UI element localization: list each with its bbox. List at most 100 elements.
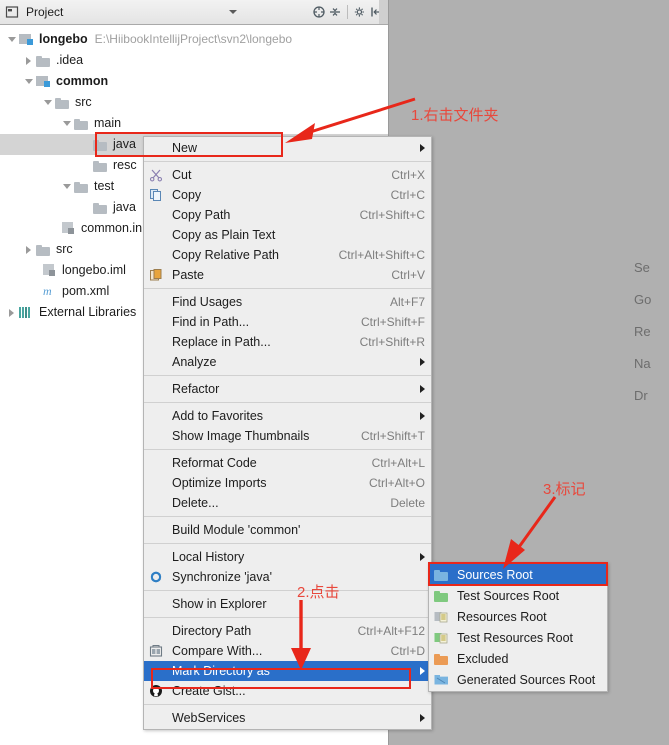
blank-icon [148, 207, 164, 223]
tree-row-src-main[interactable]: src [0, 92, 388, 113]
synchronize-icon [148, 569, 164, 585]
resources-icon [433, 609, 449, 625]
menu-item-refactor[interactable]: Refactor [144, 379, 431, 399]
tree-row-longebo[interactable]: longebo E:\HiibookIntellijProject\svn2\l… [0, 29, 388, 50]
menu-item-shortcut: Ctrl+Alt+O [368, 476, 425, 490]
menu-item-delete[interactable]: Delete... Delete [144, 493, 431, 513]
tree-row-path: E:\HiibookIntellijProject\svn2\longebo [94, 32, 293, 46]
project-window-icon [4, 4, 20, 20]
chevron-right-icon [420, 144, 425, 152]
blank-icon [148, 294, 164, 310]
menu-item-label: Paste [172, 268, 204, 282]
module-icon [36, 74, 52, 90]
folder-gray-icon [93, 158, 109, 174]
menu-item-shortcut: Ctrl+Shift+T [360, 429, 425, 443]
chevron-down-icon[interactable] [229, 10, 237, 14]
editor-hint-list: Se Go Re Na Dr [634, 252, 669, 412]
menu-item-show-image-thumbnails[interactable]: Show Image Thumbnails Ctrl+Shift+T [144, 426, 431, 446]
submenu-item-label: Sources Root [457, 567, 533, 582]
menu-item-mark-directory-as[interactable]: Mark Directory as [144, 661, 431, 681]
collapse-all-icon[interactable] [311, 4, 327, 20]
menu-item-label: Analyze [172, 355, 217, 369]
menu-item-shortcut: Ctrl+Shift+C [359, 208, 425, 222]
menu-separator [144, 375, 431, 376]
menu-separator [144, 516, 431, 517]
folder-gray-icon [93, 137, 109, 153]
menu-item-copy-as-plain-text[interactable]: Copy as Plain Text [144, 225, 431, 245]
folder-gray-icon [74, 179, 90, 195]
menu-item-paste[interactable]: Paste Ctrl+V [144, 265, 431, 285]
menu-item-create-gist[interactable]: Create Gist... [144, 681, 431, 701]
menu-item-shortcut: Alt+F7 [389, 295, 425, 309]
menu-item-find-usages[interactable]: Find Usages Alt+F7 [144, 292, 431, 312]
blank-icon [148, 710, 164, 726]
submenu-item-test-resources-root[interactable]: Test Resources Root [429, 627, 607, 648]
menu-item-shortcut: Ctrl+Alt+Shift+C [338, 248, 425, 262]
expand-collapse-icon[interactable] [327, 4, 343, 20]
tree-row-label: longebo [39, 32, 88, 46]
tree-row-label: common [56, 74, 109, 88]
menu-item-webservices[interactable]: WebServices [144, 708, 431, 728]
menu-item-new[interactable]: New [144, 138, 431, 158]
menu-item-show-in-explorer[interactable]: Show in Explorer [144, 594, 431, 614]
blank-icon [148, 354, 164, 370]
project-tool-window-header: Project [0, 0, 388, 25]
menu-item-add-to-favorites[interactable]: Add to Favorites [144, 406, 431, 426]
tree-expander-icon[interactable] [23, 50, 36, 71]
menu-item-label: Copy Path [172, 208, 231, 222]
tree-row-common[interactable]: common [0, 71, 388, 92]
folder-gray-icon [36, 242, 52, 258]
menu-item-label: Mark Directory as [172, 664, 270, 678]
annotation-step-2: 2.点击 [297, 584, 340, 601]
folder-orange-icon [433, 651, 449, 667]
submenu-item-resources-root[interactable]: Resources Root [429, 606, 607, 627]
folder-gray-icon [55, 95, 71, 111]
menu-item-directory-path[interactable]: Directory Path Ctrl+Alt+F12 [144, 621, 431, 641]
tree-expander-icon[interactable] [42, 92, 55, 113]
menu-item-find-in-path[interactable]: Find in Path... Ctrl+Shift+F [144, 312, 431, 332]
libraries-icon [19, 305, 35, 321]
chevron-right-icon [420, 358, 425, 366]
menu-item-shortcut: Ctrl+Alt+F12 [357, 624, 425, 638]
submenu-item-generated-sources-root[interactable]: Generated Sources Root [429, 669, 607, 690]
submenu-item-test-sources-root[interactable]: Test Sources Root [429, 585, 607, 606]
tree-expander-icon[interactable] [6, 29, 19, 50]
menu-item-synchronize[interactable]: Synchronize 'java' [144, 567, 431, 587]
submenu-item-excluded[interactable]: Excluded [429, 648, 607, 669]
menu-item-copy-relative-path[interactable]: Copy Relative Path Ctrl+Alt+Shift+C [144, 245, 431, 265]
menu-item-replace-in-path[interactable]: Replace in Path... Ctrl+Shift+R [144, 332, 431, 352]
mark-directory-as-submenu[interactable]: Sources Root Test Sources Root Resources… [428, 562, 608, 692]
menu-item-build-module[interactable]: Build Module 'common' [144, 520, 431, 540]
menu-item-compare-with[interactable]: Compare With... Ctrl+D [144, 641, 431, 661]
menu-item-label: Build Module 'common' [172, 523, 301, 537]
folder-gray-icon [36, 53, 52, 69]
menu-item-cut[interactable]: Cut Ctrl+X [144, 165, 431, 185]
blank-icon [148, 408, 164, 424]
maven-pom-icon: m [42, 284, 58, 300]
menu-item-reformat-code[interactable]: Reformat Code Ctrl+Alt+L [144, 453, 431, 473]
header-scroll-edge [379, 0, 388, 24]
tree-expander-icon[interactable] [61, 176, 74, 197]
chevron-right-icon [420, 412, 425, 420]
tree-expander-icon[interactable] [23, 71, 36, 92]
menu-item-analyze[interactable]: Analyze [144, 352, 431, 372]
tree-expander-icon[interactable] [6, 302, 19, 323]
menu-item-label: New [172, 141, 198, 155]
menu-item-label: Copy as Plain Text [172, 228, 276, 242]
menu-separator [144, 704, 431, 705]
compare-icon [148, 643, 164, 659]
menu-item-copy-path[interactable]: Copy Path Ctrl+Shift+C [144, 205, 431, 225]
settings-gear-icon[interactable] [352, 4, 368, 20]
menu-item-optimize-imports[interactable]: Optimize Imports Ctrl+Alt+O [144, 473, 431, 493]
menu-item-label: Reformat Code [172, 456, 257, 470]
tree-expander-icon[interactable] [61, 113, 74, 134]
tree-row-idea[interactable]: .idea [0, 50, 388, 71]
tree-expander-icon[interactable] [23, 239, 36, 260]
blank-icon [148, 227, 164, 243]
menu-item-local-history[interactable]: Local History [144, 547, 431, 567]
tree-row-main[interactable]: main [0, 113, 388, 134]
context-menu[interactable]: New Cut Ctrl+X Copy Ctrl+C Copy Path Ctr… [143, 136, 432, 730]
menu-item-copy[interactable]: Copy Ctrl+C [144, 185, 431, 205]
submenu-item-sources-root[interactable]: Sources Root [429, 564, 607, 585]
submenu-item-label: Test Sources Root [457, 588, 560, 603]
